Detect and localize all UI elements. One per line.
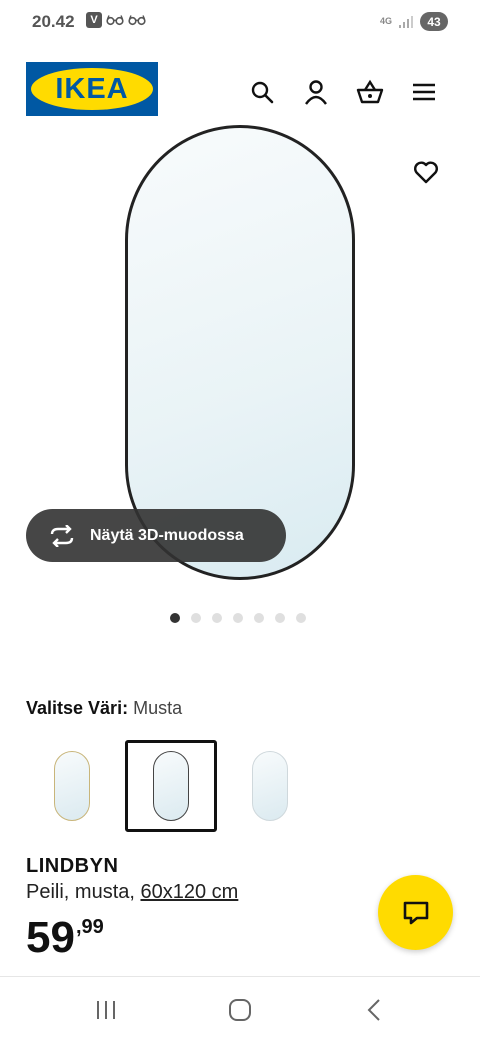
price-integer: 59 xyxy=(26,913,75,962)
favorite-heart-icon[interactable] xyxy=(410,156,442,188)
menu-icon[interactable] xyxy=(408,76,440,108)
rotate-3d-icon xyxy=(50,524,74,547)
carousel-dot[interactable] xyxy=(212,613,222,623)
network-type: 4G xyxy=(379,16,392,26)
search-icon[interactable] xyxy=(246,76,278,108)
view-3d-label: Näytä 3D-muodossa xyxy=(90,526,244,544)
back-icon[interactable] xyxy=(354,995,394,1025)
product-description: Peili, musta, 60x120 cm xyxy=(26,881,238,904)
color-label-title: Valitse Väri: xyxy=(26,698,129,718)
swatch-mirror-image xyxy=(54,751,90,821)
color-swatches xyxy=(26,740,316,832)
view-3d-button[interactable]: Näytä 3D-muodossa xyxy=(26,509,286,562)
carousel-dot[interactable] xyxy=(275,613,285,623)
status-time: 20.42 xyxy=(32,12,75,31)
carousel-dot[interactable] xyxy=(170,613,180,623)
battery-indicator: 43 xyxy=(420,12,448,31)
ikea-logo[interactable]: IKEA xyxy=(26,62,158,116)
swatch-mirror-image xyxy=(252,751,288,821)
glasses-icon xyxy=(106,15,124,26)
carousel-dot[interactable] xyxy=(296,613,306,623)
logo-text: IKEA xyxy=(55,72,129,105)
carousel-dot[interactable] xyxy=(254,613,264,623)
signal-icon xyxy=(399,15,413,28)
product-type: Peili, musta, xyxy=(26,881,141,903)
product-price: 59 ,99 xyxy=(26,915,104,961)
carousel-dot[interactable] xyxy=(191,613,201,623)
home-icon[interactable] xyxy=(220,995,260,1025)
carousel-dots xyxy=(170,613,306,623)
price-decimals: ,99 xyxy=(75,916,104,938)
product-name: LINDBYN xyxy=(26,855,119,877)
basket-icon[interactable] xyxy=(354,76,386,108)
status-bar: 20.42 V 4G 43 xyxy=(0,0,480,46)
product-size-link[interactable]: 60x120 cm xyxy=(140,881,238,903)
chat-button[interactable] xyxy=(378,875,453,950)
color-value: Musta xyxy=(133,698,183,718)
app-notification-icon: V xyxy=(86,12,102,28)
account-icon[interactable] xyxy=(300,76,332,108)
recent-apps-icon[interactable] xyxy=(86,995,126,1025)
system-navigation-bar xyxy=(0,976,480,1040)
color-swatch-white[interactable] xyxy=(224,740,316,832)
color-swatch-black[interactable] xyxy=(125,740,217,832)
product-image-gallery[interactable]: Näytä 3D-muodossa xyxy=(0,125,480,600)
swatch-mirror-image xyxy=(153,751,189,821)
color-swatch-gold[interactable] xyxy=(26,740,118,832)
app-header: IKEA xyxy=(0,62,480,118)
chat-icon xyxy=(403,901,428,924)
color-selector-label: Valitse Väri: Musta xyxy=(26,698,182,719)
glasses-icon xyxy=(128,15,146,26)
carousel-dot[interactable] xyxy=(233,613,243,623)
